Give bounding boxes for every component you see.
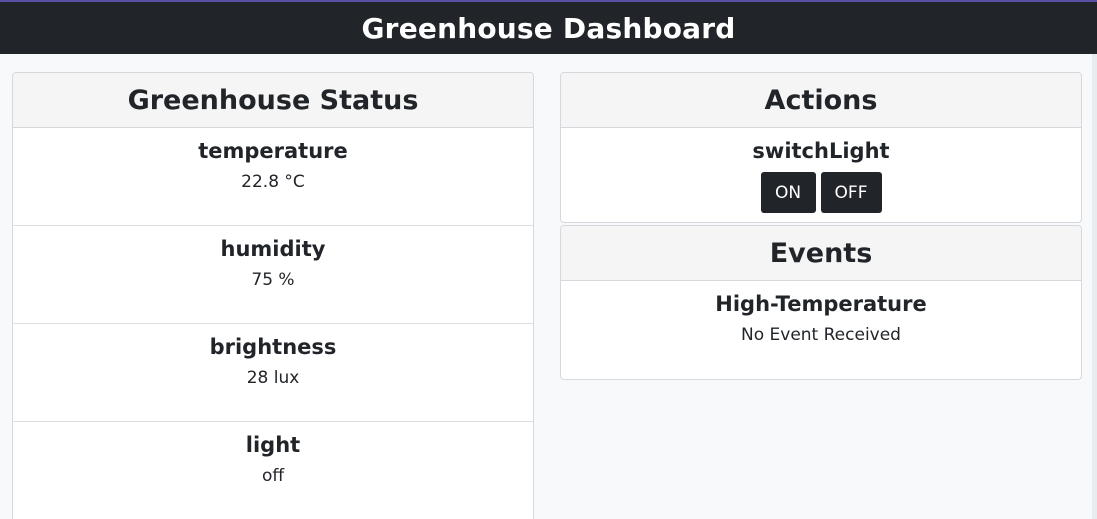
- action-item-switchlight: switchLight ON OFF: [561, 128, 1081, 213]
- page-edge: [1092, 54, 1097, 519]
- action-label: switchLight: [752, 139, 890, 163]
- status-label: light: [245, 433, 301, 457]
- status-label: temperature: [198, 139, 348, 163]
- event-label: High-Temperature: [715, 292, 927, 316]
- action-button-group: ON OFF: [561, 172, 1081, 213]
- events-card: Events High-Temperature No Event Receive…: [560, 225, 1082, 380]
- top-navbar: Greenhouse Dashboard: [0, 0, 1097, 54]
- status-label: brightness: [209, 335, 337, 359]
- status-item-brightness: brightness 28 lux: [13, 324, 533, 422]
- status-value: 75 %: [251, 270, 295, 290]
- actions-card-header: Actions: [561, 73, 1081, 128]
- event-value: No Event Received: [741, 325, 901, 345]
- status-item-humidity: humidity 75 %: [13, 226, 533, 324]
- light-on-button[interactable]: ON: [760, 172, 816, 213]
- events-card-header: Events: [561, 226, 1081, 281]
- status-value: 22.8 °C: [241, 172, 305, 192]
- status-value: 28 lux: [246, 368, 300, 388]
- status-label: humidity: [220, 237, 326, 261]
- light-off-button[interactable]: OFF: [820, 172, 882, 213]
- status-item-temperature: temperature 22.8 °C: [13, 128, 533, 226]
- status-value: off: [261, 466, 285, 486]
- status-card-header: Greenhouse Status: [13, 73, 533, 128]
- actions-card: Actions switchLight ON OFF: [560, 72, 1082, 223]
- event-item-high-temperature: High-Temperature No Event Received: [561, 281, 1081, 345]
- page-title: Greenhouse Dashboard: [361, 11, 736, 45]
- status-item-light: light off: [13, 422, 533, 519]
- events-card-title: Events: [769, 237, 873, 269]
- actions-card-title: Actions: [764, 84, 878, 116]
- status-card: Greenhouse Status temperature 22.8 °C hu…: [12, 72, 534, 519]
- status-card-title: Greenhouse Status: [127, 84, 419, 116]
